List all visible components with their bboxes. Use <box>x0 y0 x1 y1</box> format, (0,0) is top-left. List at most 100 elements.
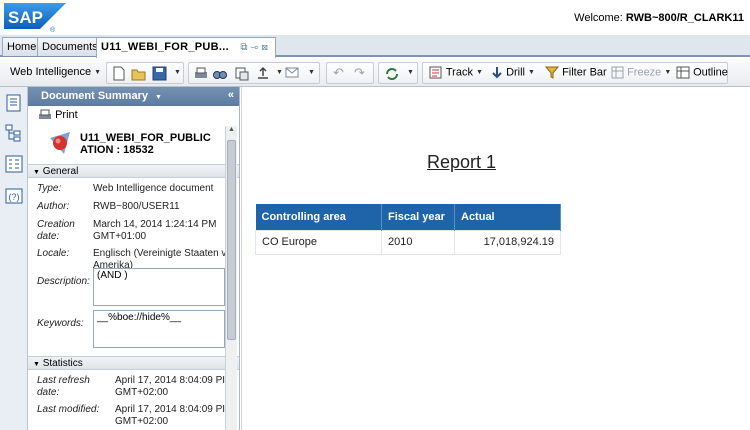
statistics-properties: Last refresh date: April 17, 2014 8:04:0… <box>28 370 239 430</box>
pin-icon[interactable]: ⊸ <box>250 42 261 53</box>
tab-documents-label: Documents <box>42 41 98 53</box>
general-properties: Type: Web Intelligence document Author: … <box>28 178 239 356</box>
tab-strip: Home Documents U11_WEBI_FOR_PUB... ⧉⊸⊠ <box>0 35 750 57</box>
welcome-text: Welcome: RWB~800/R_CLARK11 <box>574 12 744 24</box>
find-icon[interactable] <box>212 66 228 81</box>
analysis-tools-group: Track▼ Drill▼ Filter Bar Freeze▼ Outline <box>422 62 728 84</box>
help-icon[interactable]: (?) <box>4 186 24 206</box>
creation-date-value: March 14, 2014 1:24:14 PM GMT+01:00 <box>93 219 216 243</box>
keywords-field[interactable]: __%boe://hide%__ <box>93 310 225 348</box>
type-value: Web Intelligence document <box>93 183 213 195</box>
tab-documents[interactable]: Documents <box>37 37 103 56</box>
print-icon <box>38 109 52 121</box>
outline-button[interactable]: Outline <box>672 63 732 83</box>
side-nav-rail: (?) <box>0 87 28 430</box>
table-cell[interactable]: 2010 <box>382 230 455 254</box>
locale-label: Locale: <box>37 248 69 260</box>
expand-statistics-icon: ▼ <box>33 361 40 368</box>
statistics-section-label: Statistics <box>43 358 83 369</box>
svg-text:(?): (?) <box>9 192 20 202</box>
undo-icon[interactable]: ↶ <box>333 65 344 81</box>
chevron-down-icon: ▼ <box>94 69 101 76</box>
creation-label-1: Creation <box>37 219 75 231</box>
creation-value-2: GMT+01:00 <box>93 231 216 243</box>
top-banner: SAP ® Welcome: RWB~800/R_CLARK11 <box>0 0 750 35</box>
type-label: Type: <box>37 183 61 195</box>
refresh-dropdown-icon[interactable]: ▼ <box>407 69 414 76</box>
table-row: CO Europe 2010 17,018,924.19 <box>256 230 561 254</box>
panel-menu-icon[interactable]: ▼ <box>155 94 162 101</box>
author-value: RWB~800/USER11 <box>93 201 180 213</box>
app-mode-dropdown[interactable]: Web Intelligence▼ <box>6 63 105 83</box>
track-changes-icon[interactable] <box>234 66 250 81</box>
scroll-up-icon[interactable]: ▲ <box>226 126 237 138</box>
creation-date-label: Creation date: <box>37 219 75 243</box>
freeze-dropdown-icon[interactable]: ▼ <box>664 69 671 76</box>
welcome-user[interactable]: RWB~800/R_CLARK11 <box>626 12 744 24</box>
track-button[interactable]: Track▼ <box>425 63 487 83</box>
input-controls-icon[interactable] <box>4 154 24 174</box>
drill-dropdown-icon[interactable]: ▼ <box>528 69 535 76</box>
redo-icon[interactable]: ↷ <box>354 65 365 81</box>
table-cell[interactable]: 17,018,924.19 <box>455 230 561 254</box>
general-section-header[interactable]: ▼ General <box>28 164 239 178</box>
panel-scrollbar[interactable]: ▲ <box>225 126 237 430</box>
drill-button[interactable]: Drill▼ <box>487 63 539 83</box>
close-tab-icon[interactable]: ⊠ <box>261 42 270 53</box>
export-dropdown-icon[interactable]: ▼ <box>276 69 283 76</box>
app-mode-label: Web Intelligence <box>10 66 91 78</box>
column-header[interactable]: Fiscal year <box>382 204 455 230</box>
scroll-thumb[interactable] <box>227 140 236 340</box>
track-icon <box>429 66 443 79</box>
export-icon[interactable] <box>255 66 271 81</box>
drill-label: Drill <box>506 66 525 78</box>
tab-document[interactable]: U11_WEBI_FOR_PUB... ⧉⊸⊠ <box>96 37 276 58</box>
filter-bar-button[interactable]: Filter Bar <box>541 63 611 83</box>
last-refresh-label: Last refresh date: <box>37 375 90 399</box>
new-document-icon[interactable] <box>112 66 126 81</box>
main-toolbar: Web Intelligence▼ ▼ ▼ ▼ ↶ ↷ ▼ Track▼ Dri… <box>0 59 750 87</box>
track-dropdown-icon[interactable]: ▼ <box>476 69 483 76</box>
welcome-prefix: Welcome: <box>574 12 626 24</box>
report-canvas: Report 1 Controlling area Fiscal year Ac… <box>241 87 750 430</box>
freeze-label: Freeze <box>627 66 661 78</box>
sap-logo: SAP ® <box>4 3 66 33</box>
document-title: U11_WEBI_FOR_PUBLIC ATION : 18532 <box>28 126 239 164</box>
save-icon[interactable] <box>152 66 167 81</box>
keywords-label: Keywords: <box>37 318 84 330</box>
printer-icon[interactable] <box>193 66 209 81</box>
collapse-panel-icon[interactable]: « <box>228 89 234 101</box>
filter-bar-label: Filter Bar <box>562 66 607 78</box>
locale-value-1: Englisch (Vereinigte Staaten v <box>93 248 226 260</box>
email-icon[interactable] <box>285 67 300 79</box>
document-name-line1: U11_WEBI_FOR_PUBLIC <box>80 132 239 144</box>
email-dropdown-icon[interactable]: ▼ <box>308 69 315 76</box>
freeze-icon <box>611 66 624 79</box>
drill-icon <box>491 66 503 79</box>
creation-label-2: date: <box>37 231 75 243</box>
filter-icon <box>545 66 559 79</box>
open-folder-icon[interactable] <box>131 66 147 81</box>
last-refresh-value: April 17, 2014 8:04:09 PI GMT+02:00 <box>115 375 225 399</box>
report-table: Controlling area Fiscal year Actual CO E… <box>255 204 561 255</box>
description-field[interactable]: (AND ) <box>93 268 225 306</box>
freeze-button[interactable]: Freeze▼ <box>607 63 675 83</box>
refresh-icon[interactable] <box>384 66 400 81</box>
tab-home[interactable]: Home <box>2 37 41 56</box>
table-cell[interactable]: CO Europe <box>256 230 382 254</box>
document-summary-icon[interactable] <box>4 93 24 113</box>
navigation-map-icon[interactable] <box>4 123 24 143</box>
table-header-row: Controlling area Fiscal year Actual <box>256 204 561 230</box>
last-modified-value: April 17, 2014 8:04:09 PI GMT+02:00 <box>115 404 225 428</box>
refresh-group: ▼ <box>378 62 418 84</box>
document-name-line2: ATION : 18532 <box>80 144 239 156</box>
last-modified-value-1: April 17, 2014 8:04:09 PI <box>115 404 225 416</box>
print-button[interactable]: Print <box>28 106 239 126</box>
column-header[interactable]: Controlling area <box>256 204 382 230</box>
column-header[interactable]: Actual <box>455 204 561 230</box>
save-dropdown-icon[interactable]: ▼ <box>174 69 181 76</box>
file-tools-group: ▼ <box>106 62 184 84</box>
statistics-section-header[interactable]: ▼ Statistics <box>28 356 239 370</box>
description-label: Description: <box>37 276 90 288</box>
popout-icon[interactable]: ⧉ <box>240 42 250 53</box>
